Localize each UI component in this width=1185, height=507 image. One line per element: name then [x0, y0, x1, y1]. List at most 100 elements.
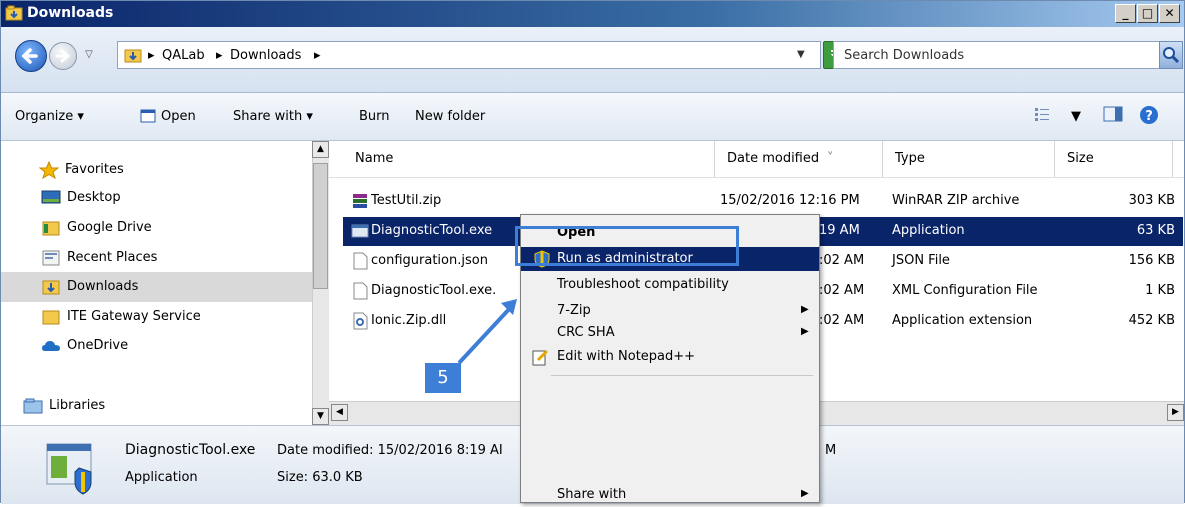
breadcrumb-separator[interactable]: ▸: [314, 48, 321, 63]
menu-7zip[interactable]: 7-Zip ▶: [521, 299, 819, 323]
libraries-icon: [23, 398, 43, 414]
file-name: configuration.json: [371, 253, 488, 268]
share-with-button[interactable]: Share with ▾: [233, 109, 313, 124]
folder-icon: [42, 310, 60, 325]
nav-desktop-label: Desktop: [67, 190, 121, 205]
address-dropdown-icon[interactable]: ▼: [797, 49, 805, 60]
search-button[interactable]: [1159, 41, 1183, 69]
file-date: :02 AM: [819, 313, 865, 328]
nav-google-drive[interactable]: Google Drive: [1, 213, 313, 243]
nav-recent-places-label: Recent Places: [67, 250, 158, 265]
nav-google-drive-label: Google Drive: [67, 220, 152, 235]
nav-onedrive[interactable]: OneDrive: [1, 331, 313, 361]
menu-edit-with-notepad-label: Edit with Notepad++: [557, 349, 696, 364]
change-view-icon[interactable]: [1033, 105, 1051, 123]
open-icon: [140, 109, 156, 123]
file-row[interactable]: TestUtil.zip 15/02/2016 12:16 PM WinRAR …: [343, 187, 1183, 216]
file-date: :02 AM: [819, 253, 865, 268]
menu-edit-with-notepad[interactable]: Edit with Notepad++: [521, 345, 819, 369]
menu-7zip-label: 7-Zip: [557, 303, 591, 318]
title-bar[interactable]: Downloads _ □ ✕: [1, 1, 1184, 27]
scroll-down-button[interactable]: ▼: [312, 408, 329, 425]
menu-troubleshoot-compatibility[interactable]: Troubleshoot compatibility: [521, 273, 819, 297]
arrow-right-icon: [55, 49, 71, 63]
nav-favorites[interactable]: Favorites: [1, 155, 313, 185]
burn-button[interactable]: Burn: [359, 109, 390, 124]
organize-button[interactable]: Organize ▾: [15, 109, 84, 124]
nav-downloads-label: Downloads: [67, 279, 139, 294]
new-folder-button[interactable]: New folder: [415, 109, 485, 124]
menu-share-with[interactable]: Share with ▶: [521, 483, 819, 507]
column-size-label: Size: [1067, 151, 1094, 166]
nav-libraries[interactable]: Libraries: [1, 391, 313, 421]
application-icon: [351, 224, 369, 238]
column-header-size[interactable]: Size: [1055, 141, 1173, 177]
file-type: XML Configuration File: [892, 283, 1038, 298]
breadcrumb-downloads[interactable]: Downloads: [230, 48, 301, 63]
open-button[interactable]: Open: [161, 109, 196, 124]
details-date-modified: Date modified: 15/02/2016 8:19 AI: [277, 443, 503, 458]
star-icon: [39, 161, 59, 179]
minimize-button[interactable]: _: [1115, 4, 1136, 23]
document-icon: [353, 252, 368, 270]
column-header-name[interactable]: Name: [343, 141, 715, 177]
column-header-date[interactable]: Date modified ˅: [715, 141, 883, 177]
submenu-arrow-icon: ▶: [801, 326, 809, 337]
submenu-arrow-icon: ▶: [801, 488, 809, 499]
maximize-button[interactable]: □: [1137, 4, 1158, 23]
nav-downloads[interactable]: Downloads: [1, 272, 313, 302]
breadcrumb-qalab[interactable]: QALab: [162, 48, 205, 63]
search-placeholder: Search Downloads: [844, 48, 965, 63]
close-button[interactable]: ✕: [1159, 4, 1180, 23]
file-name: DiagnosticTool.exe: [371, 223, 493, 238]
cloud-icon: [42, 341, 60, 351]
column-header-type[interactable]: Type: [883, 141, 1055, 177]
details-filename: DiagnosticTool.exe: [125, 442, 256, 458]
nav-scroll-thumb[interactable]: [313, 163, 328, 289]
help-icon[interactable]: ?: [1139, 105, 1159, 125]
menu-crc-sha-label: CRC SHA: [557, 325, 615, 340]
column-name-label: Name: [355, 151, 394, 166]
file-type: Application: [892, 223, 965, 238]
column-date-label: Date modified: [727, 151, 820, 166]
address-bar-area: ▽ ▸ QALab ▸ Downloads ▸ ▼ Search Downloa…: [1, 27, 1184, 93]
file-size: 452 KB: [1128, 313, 1175, 328]
breadcrumb-separator[interactable]: ▸: [148, 48, 155, 63]
menu-share-with-label: Share with: [557, 487, 627, 502]
scroll-up-button[interactable]: ▲: [312, 141, 329, 158]
details-date-tail: M: [825, 443, 837, 458]
desktop-icon: [41, 190, 61, 204]
downloads-folder-icon: [124, 49, 142, 63]
recent-pages-dropdown[interactable]: ▽: [81, 45, 97, 65]
search-input[interactable]: Search Downloads: [833, 41, 1161, 69]
file-name: Ionic.Zip.dll: [371, 313, 447, 328]
folder-icon: [42, 221, 60, 236]
share-with-label: Share with: [233, 109, 303, 124]
sort-indicator-icon: ˅: [827, 151, 834, 166]
scroll-right-button[interactable]: ▶: [1167, 404, 1184, 421]
details-size: Size: 63.0 KB: [277, 470, 363, 485]
file-size: 63 KB: [1136, 223, 1175, 238]
address-box[interactable]: ▸ QALab ▸ Downloads ▸: [117, 41, 821, 69]
nav-recent-places[interactable]: Recent Places: [1, 243, 313, 273]
file-date: 15/02/2016 12:16 PM: [720, 193, 860, 208]
application-shield-icon: [46, 443, 92, 495]
nav-onedrive-label: OneDrive: [67, 338, 129, 353]
breadcrumb-separator[interactable]: ▸: [216, 48, 223, 63]
header-divider: [329, 177, 1184, 178]
preview-pane-icon[interactable]: [1103, 105, 1123, 123]
menu-crc-sha[interactable]: CRC SHA ▶: [521, 321, 819, 345]
forward-button[interactable]: [49, 42, 77, 70]
file-size: 303 KB: [1128, 193, 1175, 208]
view-dropdown-icon[interactable]: ▼: [1071, 109, 1081, 124]
file-size: 156 KB: [1128, 253, 1175, 268]
folder-icon: [5, 5, 23, 21]
nav-desktop[interactable]: Desktop: [1, 183, 313, 213]
nav-ite-gateway-service[interactable]: ITE Gateway Service: [1, 302, 313, 332]
file-date: :02 AM: [819, 283, 865, 298]
window-title: Downloads: [27, 5, 114, 21]
nav-favorites-label: Favorites: [65, 162, 124, 177]
back-button[interactable]: [15, 40, 47, 72]
scroll-left-button[interactable]: ◀: [331, 404, 348, 421]
notepad-plus-plus-icon: [532, 349, 549, 366]
